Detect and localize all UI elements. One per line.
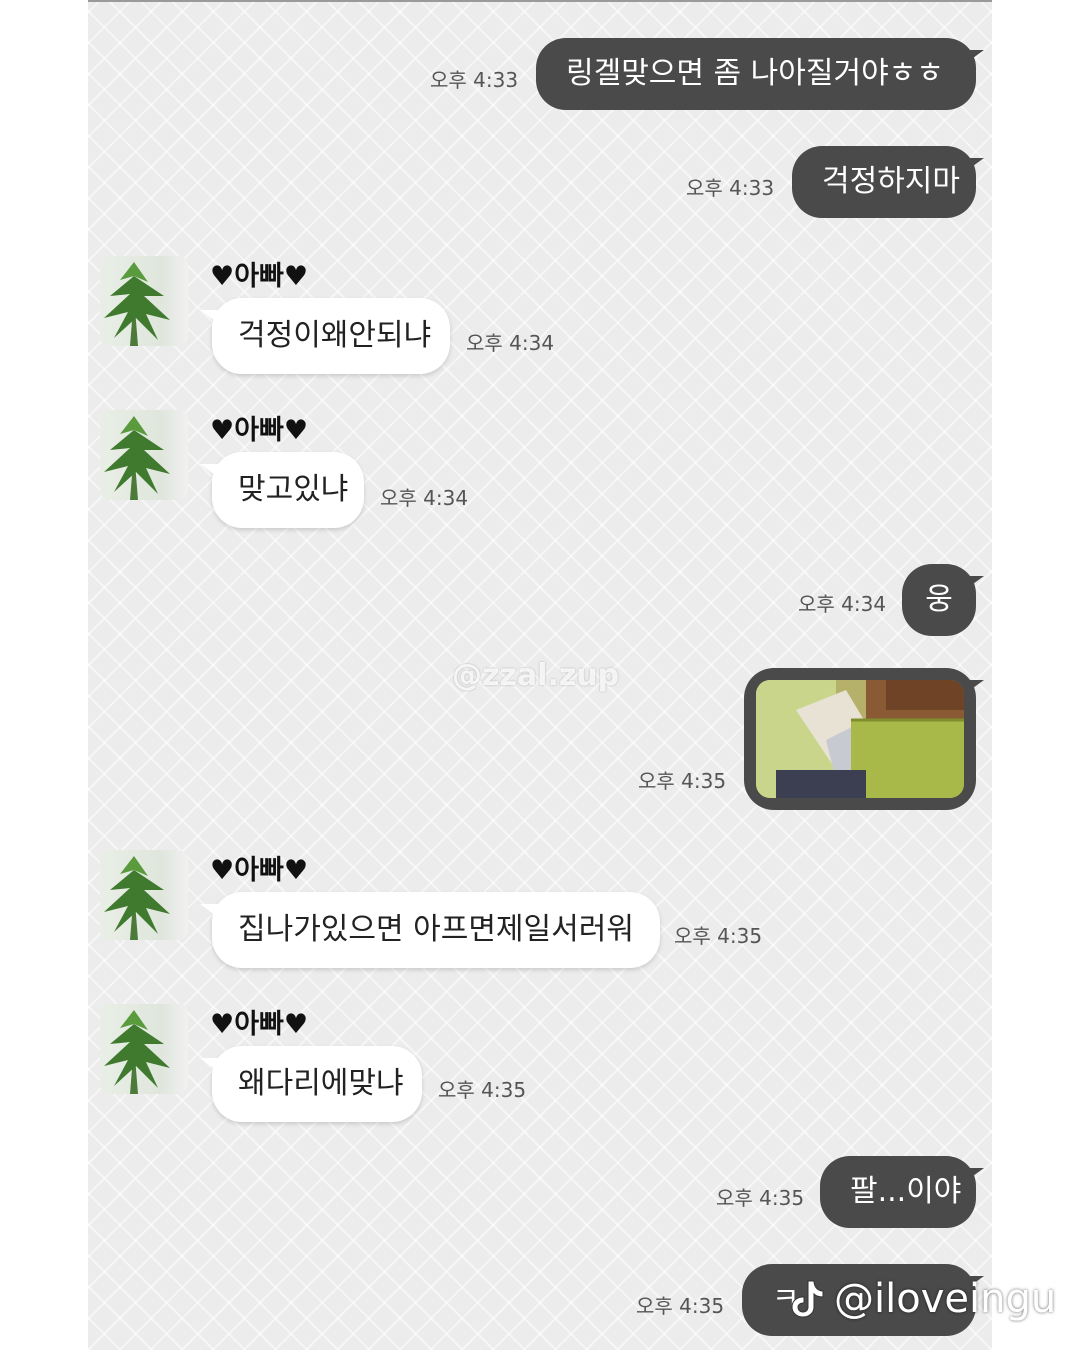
sender-avatar[interactable] (100, 850, 188, 940)
message-time: 오후 4:34 (466, 331, 555, 355)
bubble-tail (962, 1168, 984, 1184)
bubble-tail (200, 1058, 222, 1074)
sender-name: ♥아빠♥ (210, 415, 309, 446)
bubble-tail (962, 680, 984, 696)
sender-avatar[interactable] (100, 410, 188, 500)
photo-image (756, 680, 964, 798)
plant-icon (104, 262, 170, 346)
message-time: 오후 4:35 (674, 924, 763, 948)
bubble-tail (962, 576, 984, 592)
chat-window: 오후 4:33 링겔맞으면 좀 나아질거야ㅎㅎ 오후 4:33 걱정하지마 ♥아… (88, 0, 992, 1350)
message-bubble[interactable]: 링겔맞으면 좀 나아질거야ㅎㅎ (536, 38, 976, 110)
attached-photo[interactable] (756, 680, 964, 798)
top-divider (88, 0, 992, 2)
message-bubble[interactable]: 걱정하지마 (792, 146, 976, 218)
message-time: 오후 4:34 (380, 486, 469, 510)
watermark: @zzal.zup (452, 658, 620, 693)
message-time: 오후 4:35 (636, 1294, 725, 1318)
message-time: 오후 4:33 (430, 68, 519, 92)
message-time: 오후 4:35 (638, 769, 727, 793)
bubble-tail (200, 464, 222, 480)
tiktok-handle: @iloveingu (834, 1276, 1057, 1322)
message-bubble[interactable]: 웅 (902, 564, 976, 636)
bubble-tail (962, 50, 984, 66)
sender-name: ♥아빠♥ (210, 261, 309, 292)
sender-name: ♥아빠♥ (210, 855, 309, 886)
plant-icon (104, 1010, 170, 1094)
sender-avatar[interactable] (100, 256, 188, 346)
plant-icon (104, 416, 170, 500)
message-time: 오후 4:34 (798, 592, 887, 616)
plant-icon (104, 856, 170, 940)
sender-avatar[interactable] (100, 1004, 188, 1094)
message-time: 오후 4:35 (438, 1078, 527, 1102)
bubble-tail (200, 310, 222, 326)
message-bubble[interactable]: 맞고있냐 (212, 452, 364, 528)
message-bubble[interactable]: 팔...이야 (820, 1156, 976, 1228)
message-time: 오후 4:33 (686, 176, 775, 200)
message-bubble[interactable]: 집나가있으면 아프면제일서러워 (212, 892, 660, 968)
bubble-tail (200, 904, 222, 920)
sender-name: ♥아빠♥ (210, 1009, 309, 1040)
tiktok-icon (791, 1280, 824, 1318)
tiktok-watermark: @iloveingu (790, 1276, 1056, 1322)
bubble-tail (962, 158, 984, 174)
message-bubble[interactable]: 왜다리에맞냐 (212, 1046, 422, 1122)
message-time: 오후 4:35 (716, 1186, 805, 1210)
message-bubble[interactable]: 걱정이왜안되냐 (212, 298, 450, 374)
